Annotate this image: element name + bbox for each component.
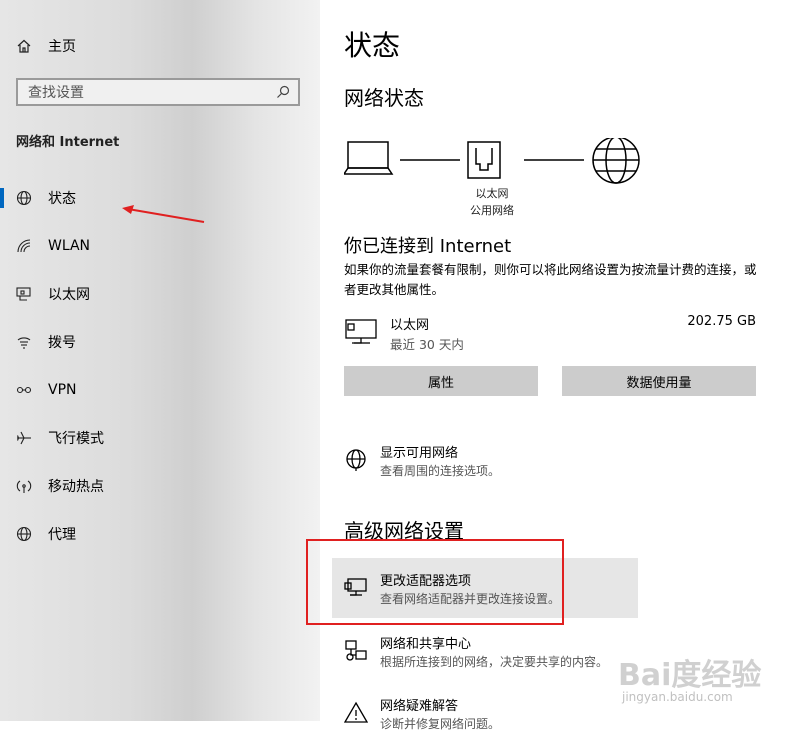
home-nav-item[interactable]: 主页 [16,36,76,56]
annotation-highlight-box [306,539,564,625]
adapter-label: 以太网 [475,187,509,200]
internet-globe-icon [592,138,640,184]
connected-heading: 你已连接到 Internet [344,236,512,257]
sharing-center-desc: 根据所连接到的网络，决定要共享的内容。 [380,655,609,669]
troubleshoot-desc: 诊断并修复网络问题。 [380,717,501,731]
page-title: 状态 [344,29,401,62]
sharing-center-title[interactable]: 网络和共享中心 [380,633,471,652]
show-networks-title[interactable]: 显示可用网络 [380,442,458,461]
home-icon [17,39,31,53]
ethernet-usage-row: 以太网 最近 30 天内 202.75 GB [344,314,756,354]
search-icon[interactable] [276,85,290,99]
network-status-heading: 网络状态 [344,86,424,110]
network-profile-label: 公用网络 [470,204,514,217]
sidebar-item-label: WLAN [48,238,91,254]
sidebar-nav: 状态 WLAN 以太网 拨号 VPN 飞行模式 移动热点 代理 [0,174,320,558]
watermark: Bai度经验 jingyan.baidu.com [618,650,768,720]
ethernet-usage: 202.75 GB [687,314,756,329]
sidebar-item-label: 以太网 [48,287,90,303]
ethernet-period: 最近 30 天内 [390,337,464,352]
sidebar-item-vpn[interactable]: VPN [0,366,320,414]
data-usage-button[interactable]: 数据使用量 [562,366,756,396]
watermark-url: jingyan.baidu.com [622,690,733,704]
wifi-icon [16,238,32,254]
sidebar-item-wlan[interactable]: WLAN [0,222,320,270]
globe-network-icon [346,449,366,471]
hotspot-icon [16,478,32,494]
sharing-center-icon [345,640,367,661]
sidebar-item-label: 飞行模式 [48,431,104,447]
sidebar: 主页 查找设置 网络和 Internet 状态 WLAN 以太网 拨号 VPN … [0,0,320,721]
sidebar-item-ethernet[interactable]: 以太网 [0,270,320,318]
ethernet-name: 以太网 [390,318,430,333]
ethernet-icon [16,286,32,302]
sidebar-item-airplane-mode[interactable]: 飞行模式 [0,414,320,462]
watermark-brand: Bai度经验 [618,658,762,693]
ethernet-adapter-icon [467,141,501,179]
globe-status-icon [16,190,32,206]
dialup-icon [16,334,32,350]
search-settings-box[interactable]: 查找设置 [16,78,300,106]
warning-icon [344,701,368,723]
troubleshoot-title[interactable]: 网络疑难解答 [380,695,458,714]
ethernet-pc-icon [345,319,377,344]
sidebar-item-label: VPN [48,382,77,398]
sidebar-item-label: 拨号 [48,335,76,351]
home-label: 主页 [48,39,76,55]
section-title: 网络和 Internet [16,135,120,150]
laptop-icon [344,141,394,175]
vpn-icon [16,382,32,398]
show-networks-desc: 查看周围的连接选项。 [380,464,501,478]
annotation-arrow-icon [122,205,205,223]
sidebar-item-dialup[interactable]: 拨号 [0,318,320,366]
globe-icon [16,526,32,542]
sidebar-item-mobile-hotspot[interactable]: 移动热点 [0,462,320,510]
connected-description: 如果你的流量套餐有限制，则你可以将此网络设置为按流量计费的连接，或者更改其他属性… [344,262,757,297]
properties-button[interactable]: 属性 [344,366,538,396]
search-input[interactable]: 查找设置 [28,82,84,102]
sidebar-item-label: 移动热点 [48,479,104,495]
sidebar-item-label: 状态 [48,191,76,207]
sidebar-item-proxy[interactable]: 代理 [0,510,320,558]
show-available-networks-link[interactable]: 显示可用网络 查看周围的连接选项。 [344,442,764,486]
airplane-icon [16,430,32,446]
sidebar-item-label: 代理 [48,527,76,543]
